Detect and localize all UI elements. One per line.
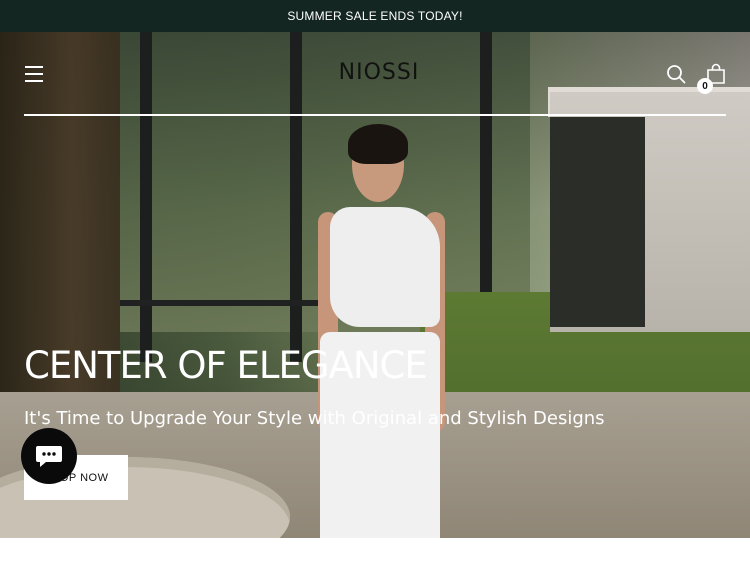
hero-title: CENTER OF ELEGANCE xyxy=(24,344,428,387)
hero-background-house-shadow xyxy=(550,117,645,327)
hero-subtitle: It's Time to Upgrade Your Style with Ori… xyxy=(24,408,605,429)
hero-model-hair xyxy=(348,124,408,164)
announcement-bar: SUMMER SALE ENDS TODAY! xyxy=(0,0,750,32)
hamburger-menu-icon[interactable] xyxy=(24,66,46,84)
chat-bubble-icon[interactable] xyxy=(21,428,77,484)
brand-logo[interactable]: NIOSSI xyxy=(324,60,434,85)
announcement-text: SUMMER SALE ENDS TODAY! xyxy=(287,9,463,23)
search-icon[interactable] xyxy=(666,64,686,84)
site-header: NIOSSI 0 xyxy=(24,32,726,116)
cart-count-badge: 0 xyxy=(697,78,713,94)
page-content-start xyxy=(0,538,750,563)
hero-model-top xyxy=(330,207,440,327)
